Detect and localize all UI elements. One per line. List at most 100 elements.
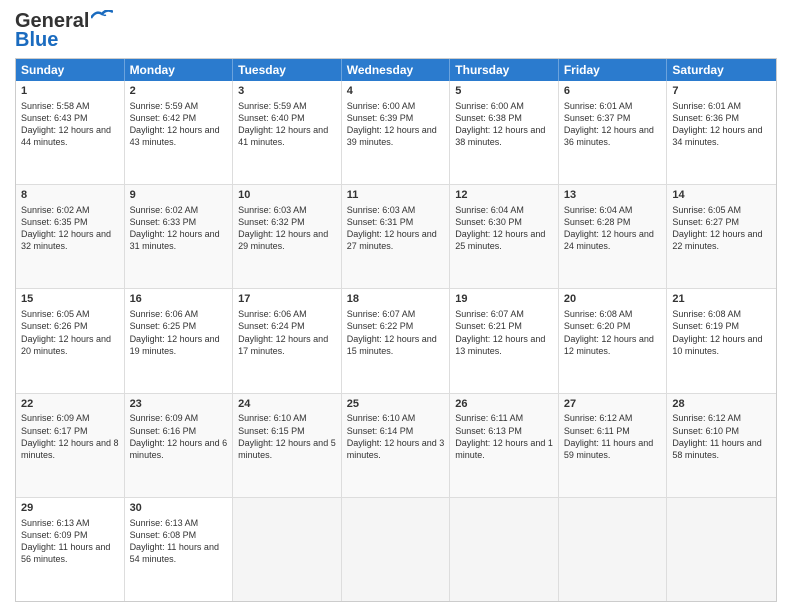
calendar-body: 1 Sunrise: 5:58 AMSunset: 6:43 PMDaylight…	[16, 81, 776, 601]
day-number: 25	[347, 397, 445, 412]
calendar-cell-15: 15 Sunrise: 6:05 AMSunset: 6:26 PMDayligh…	[16, 289, 125, 392]
calendar-cell-26: 26Sunrise: 6:11 AMSunset: 6:13 PMDayligh…	[450, 394, 559, 497]
calendar-cell-empty	[667, 498, 776, 601]
calendar-cell-empty	[559, 498, 668, 601]
day-number: 23	[130, 397, 228, 412]
calendar-cell-22: 22Sunrise: 6:09 AMSunset: 6:17 PMDayligh…	[16, 394, 125, 497]
calendar-cell-16: 16Sunrise: 6:06 AMSunset: 6:25 PMDayligh…	[125, 289, 234, 392]
calendar-cell-30: 30Sunrise: 6:13 AMSunset: 6:08 PMDayligh…	[125, 498, 234, 601]
calendar-row-4: 22Sunrise: 6:09 AMSunset: 6:17 PMDayligh…	[16, 394, 776, 498]
logo-blue: Blue	[15, 29, 58, 52]
calendar-cell-3: 3 Sunrise: 5:59 AMSunset: 6:40 PMDaylight…	[233, 81, 342, 184]
day-number: 17	[238, 292, 336, 307]
day-number: 8	[21, 188, 119, 203]
header: General Blue	[15, 10, 777, 52]
logo-bird-icon	[91, 10, 113, 26]
day-info: Sunrise: 6:10 AMSunset: 6:14 PMDaylight:…	[347, 413, 445, 459]
day-number: 27	[564, 397, 662, 412]
calendar-cell-9: 9 Sunrise: 6:02 AMSunset: 6:33 PMDaylight…	[125, 185, 234, 288]
header-tuesday: Tuesday	[233, 59, 342, 81]
day-info: Sunrise: 6:09 AMSunset: 6:17 PMDaylight:…	[21, 413, 119, 459]
calendar-cell-14: 14 Sunrise: 6:05 AMSunset: 6:27 PMDayligh…	[667, 185, 776, 288]
day-info: Sunrise: 6:01 AMSunset: 6:37 PMDaylight:…	[564, 101, 654, 147]
day-info: Sunrise: 6:12 AMSunset: 6:11 PMDaylight:…	[564, 413, 653, 459]
day-number: 1	[21, 84, 119, 99]
calendar-cell-empty	[450, 498, 559, 601]
calendar-cell-23: 23Sunrise: 6:09 AMSunset: 6:16 PMDayligh…	[125, 394, 234, 497]
day-number: 7	[672, 84, 771, 99]
header-friday: Friday	[559, 59, 668, 81]
day-number: 9	[130, 188, 228, 203]
calendar-cell-1: 1 Sunrise: 5:58 AMSunset: 6:43 PMDaylight…	[16, 81, 125, 184]
day-number: 12	[455, 188, 553, 203]
calendar-row-2: 8 Sunrise: 6:02 AMSunset: 6:35 PMDaylight…	[16, 185, 776, 289]
day-info: Sunrise: 6:04 AMSunset: 6:30 PMDaylight:…	[455, 205, 545, 251]
day-number: 5	[455, 84, 553, 99]
day-info: Sunrise: 6:05 AMSunset: 6:26 PMDaylight:…	[21, 309, 111, 355]
calendar-cell-10: 10Sunrise: 6:03 AMSunset: 6:32 PMDayligh…	[233, 185, 342, 288]
calendar-cell-4: 4 Sunrise: 6:00 AMSunset: 6:39 PMDaylight…	[342, 81, 451, 184]
header-saturday: Saturday	[667, 59, 776, 81]
day-info: Sunrise: 6:01 AMSunset: 6:36 PMDaylight:…	[672, 101, 762, 147]
calendar-cell-7: 7 Sunrise: 6:01 AMSunset: 6:36 PMDaylight…	[667, 81, 776, 184]
calendar-cell-29: 29 Sunrise: 6:13 AMSunset: 6:09 PMDayligh…	[16, 498, 125, 601]
day-info: Sunrise: 6:07 AMSunset: 6:22 PMDaylight:…	[347, 309, 437, 355]
day-number: 14	[672, 188, 771, 203]
calendar-cell-5: 5 Sunrise: 6:00 AMSunset: 6:38 PMDaylight…	[450, 81, 559, 184]
day-number: 19	[455, 292, 553, 307]
header-wednesday: Wednesday	[342, 59, 451, 81]
page: General Blue Sunday Monday Tuesday Wedne…	[0, 0, 792, 612]
calendar-cell-17: 17 Sunrise: 6:06 AMSunset: 6:24 PMDayligh…	[233, 289, 342, 392]
day-info: Sunrise: 6:12 AMSunset: 6:10 PMDaylight:…	[672, 413, 761, 459]
day-info: Sunrise: 6:02 AMSunset: 6:35 PMDaylight:…	[21, 205, 111, 251]
day-info: Sunrise: 6:08 AMSunset: 6:20 PMDaylight:…	[564, 309, 654, 355]
calendar-cell-12: 12 Sunrise: 6:04 AMSunset: 6:30 PMDayligh…	[450, 185, 559, 288]
day-number: 11	[347, 188, 445, 203]
calendar-cell-25: 25Sunrise: 6:10 AMSunset: 6:14 PMDayligh…	[342, 394, 451, 497]
day-info: Sunrise: 6:09 AMSunset: 6:16 PMDaylight:…	[130, 413, 228, 459]
day-info: Sunrise: 6:02 AMSunset: 6:33 PMDaylight:…	[130, 205, 220, 251]
calendar-cell-19: 19 Sunrise: 6:07 AMSunset: 6:21 PMDayligh…	[450, 289, 559, 392]
calendar-cell-8: 8 Sunrise: 6:02 AMSunset: 6:35 PMDaylight…	[16, 185, 125, 288]
calendar-row-3: 15 Sunrise: 6:05 AMSunset: 6:26 PMDayligh…	[16, 289, 776, 393]
day-info: Sunrise: 6:03 AMSunset: 6:31 PMDaylight:…	[347, 205, 437, 251]
calendar-cell-20: 20 Sunrise: 6:08 AMSunset: 6:20 PMDayligh…	[559, 289, 668, 392]
calendar-cell-2: 2Sunrise: 5:59 AMSunset: 6:42 PMDaylight…	[125, 81, 234, 184]
calendar-cell-6: 6 Sunrise: 6:01 AMSunset: 6:37 PMDaylight…	[559, 81, 668, 184]
day-number: 28	[672, 397, 771, 412]
header-sunday: Sunday	[16, 59, 125, 81]
day-number: 18	[347, 292, 445, 307]
header-thursday: Thursday	[450, 59, 559, 81]
day-info: Sunrise: 6:00 AMSunset: 6:39 PMDaylight:…	[347, 101, 437, 147]
day-info: Sunrise: 6:11 AMSunset: 6:13 PMDaylight:…	[455, 413, 553, 459]
day-number: 4	[347, 84, 445, 99]
day-info: Sunrise: 5:59 AMSunset: 6:42 PMDaylight:…	[130, 101, 220, 147]
day-info: Sunrise: 6:07 AMSunset: 6:21 PMDaylight:…	[455, 309, 545, 355]
day-number: 22	[21, 397, 119, 412]
calendar-row-1: 1 Sunrise: 5:58 AMSunset: 6:43 PMDaylight…	[16, 81, 776, 185]
day-info: Sunrise: 6:10 AMSunset: 6:15 PMDaylight:…	[238, 413, 336, 459]
day-info: Sunrise: 6:06 AMSunset: 6:24 PMDaylight:…	[238, 309, 328, 355]
day-info: Sunrise: 6:00 AMSunset: 6:38 PMDaylight:…	[455, 101, 545, 147]
calendar-cell-empty	[233, 498, 342, 601]
calendar-cell-18: 18 Sunrise: 6:07 AMSunset: 6:22 PMDayligh…	[342, 289, 451, 392]
day-number: 13	[564, 188, 662, 203]
day-number: 15	[21, 292, 119, 307]
day-number: 6	[564, 84, 662, 99]
day-number: 3	[238, 84, 336, 99]
day-info: Sunrise: 6:04 AMSunset: 6:28 PMDaylight:…	[564, 205, 654, 251]
day-number: 29	[21, 501, 119, 516]
day-number: 30	[130, 501, 228, 516]
day-info: Sunrise: 6:05 AMSunset: 6:27 PMDaylight:…	[672, 205, 762, 251]
day-number: 21	[672, 292, 771, 307]
calendar-cell-13: 13 Sunrise: 6:04 AMSunset: 6:28 PMDayligh…	[559, 185, 668, 288]
day-number: 20	[564, 292, 662, 307]
day-info: Sunrise: 6:13 AMSunset: 6:09 PMDaylight:…	[21, 518, 110, 564]
day-info: Sunrise: 5:59 AMSunset: 6:40 PMDaylight:…	[238, 101, 328, 147]
day-number: 24	[238, 397, 336, 412]
calendar-cell-21: 21Sunrise: 6:08 AMSunset: 6:19 PMDayligh…	[667, 289, 776, 392]
day-info: Sunrise: 5:58 AMSunset: 6:43 PMDaylight:…	[21, 101, 111, 147]
header-monday: Monday	[125, 59, 234, 81]
calendar: Sunday Monday Tuesday Wednesday Thursday…	[15, 58, 777, 602]
logo: General Blue	[15, 10, 113, 52]
